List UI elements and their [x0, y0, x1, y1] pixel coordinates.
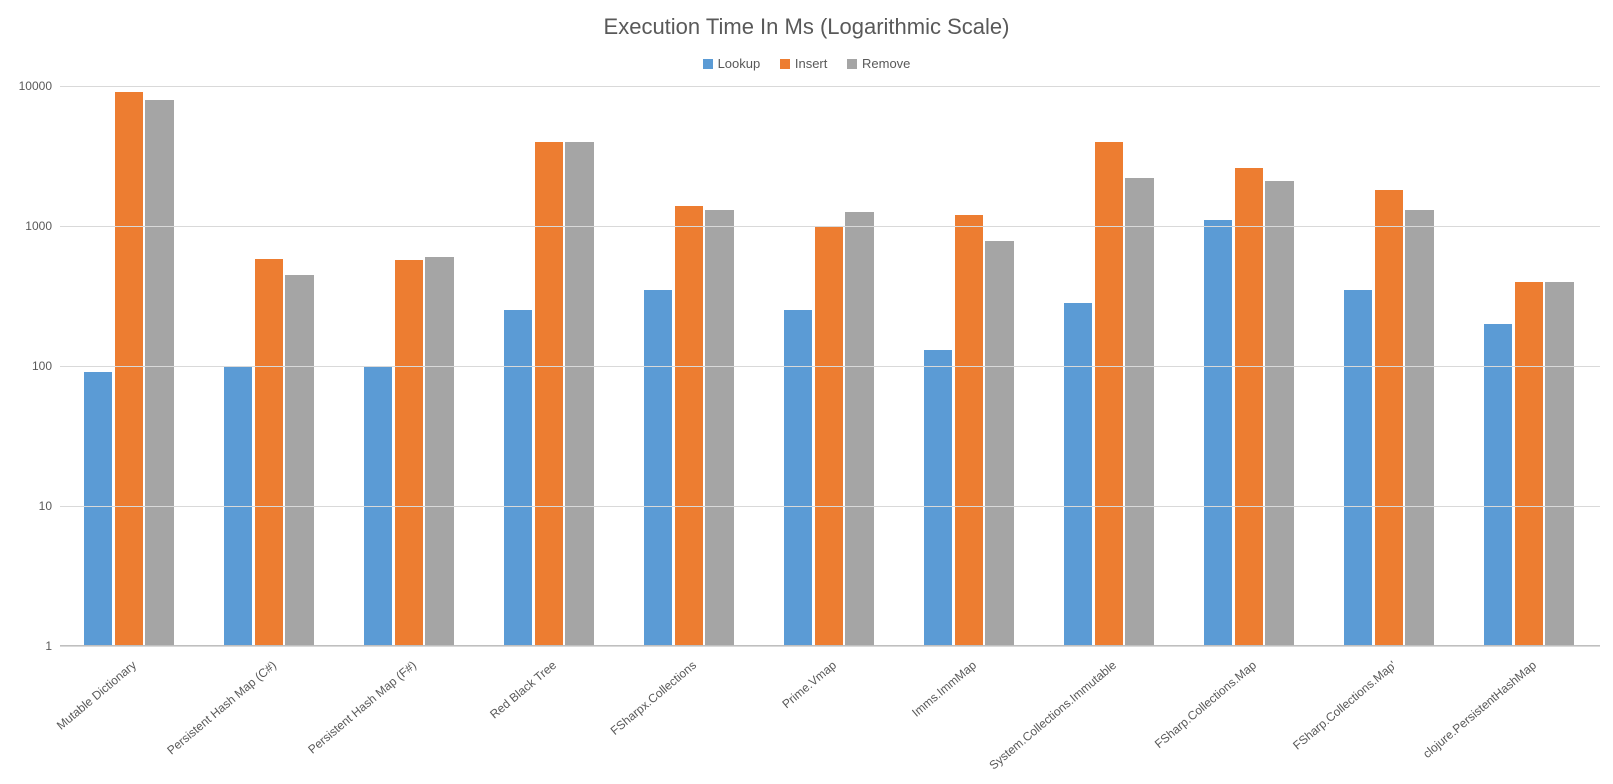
chart-container: Execution Time In Ms (Logarithmic Scale)… [0, 0, 1613, 784]
legend-swatch-remove [847, 59, 857, 69]
bar [84, 372, 112, 646]
bar [644, 290, 672, 646]
bar [1515, 282, 1543, 646]
bar [1235, 168, 1263, 646]
chart-legend: Lookup Insert Remove [0, 56, 1613, 72]
x-tick-label: clojure.PersistentHashMap [1420, 658, 1539, 761]
bar [535, 142, 563, 646]
bar [675, 206, 703, 646]
y-tick-label: 10000 [19, 79, 52, 93]
x-tick-label: Imms.ImmMap [909, 658, 979, 720]
gridline [60, 226, 1600, 227]
y-tick-label: 1000 [25, 219, 52, 233]
bar [1265, 181, 1293, 646]
bar [1545, 282, 1573, 646]
y-tick-label: 10 [39, 499, 52, 513]
legend-label-insert: Insert [795, 56, 828, 71]
chart-title: Execution Time In Ms (Logarithmic Scale) [0, 14, 1613, 40]
gridline [60, 506, 1600, 507]
bar [815, 226, 843, 646]
x-axis-labels: Mutable DictionaryPersistent Hash Map (C… [60, 650, 1600, 780]
bar [145, 100, 173, 646]
gridline [60, 366, 1600, 367]
bar [705, 210, 733, 646]
x-tick-label: System.Collections.Immutable [986, 658, 1119, 772]
bar [115, 92, 143, 646]
bar [255, 259, 283, 646]
bar [1064, 303, 1092, 646]
x-tick-label: FSharpx.Collections [608, 658, 699, 738]
y-tick-label: 100 [32, 359, 52, 373]
bar [845, 212, 873, 646]
legend-swatch-lookup [703, 59, 713, 69]
legend-label-remove: Remove [862, 56, 910, 71]
plot-area: 110100100010000 [60, 86, 1600, 646]
y-tick-label: 1 [45, 639, 52, 653]
bar [1405, 210, 1433, 646]
bar [924, 350, 952, 646]
bar [1204, 220, 1232, 646]
legend-item-remove: Remove [847, 56, 910, 71]
x-tick-label: Persistent Hash Map (F#) [305, 658, 419, 757]
bar [955, 215, 983, 646]
x-tick-label: Mutable Dictionary [54, 658, 139, 733]
bar [784, 310, 812, 646]
bar [565, 142, 593, 646]
x-tick-label: Prime.Vmap [779, 658, 839, 711]
legend-item-lookup: Lookup [703, 56, 761, 71]
legend-label-lookup: Lookup [718, 56, 761, 71]
bar [1095, 142, 1123, 646]
bar [285, 275, 313, 646]
bar [1125, 178, 1153, 646]
bar [395, 260, 423, 646]
bar [985, 241, 1013, 646]
x-tick-label: FSharp.Collections.Map [1152, 658, 1259, 751]
x-tick-label: Red Black Tree [487, 658, 559, 721]
x-tick-label: FSharp.Collections.Map' [1290, 658, 1399, 753]
x-tick-label: Persistent Hash Map (C#) [164, 658, 279, 757]
bar [1344, 290, 1372, 646]
bar [425, 257, 453, 646]
gridline [60, 86, 1600, 87]
bar [1484, 324, 1512, 646]
gridline [60, 646, 1600, 647]
bar [1375, 190, 1403, 646]
legend-item-insert: Insert [780, 56, 828, 71]
legend-swatch-insert [780, 59, 790, 69]
bar [504, 310, 532, 646]
